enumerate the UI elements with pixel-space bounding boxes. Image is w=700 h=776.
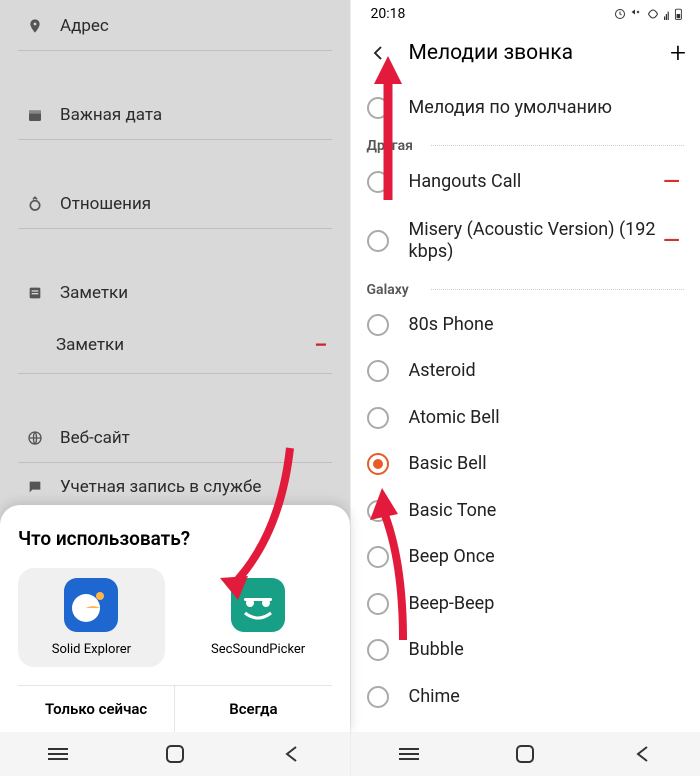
status-time: 20:18 (371, 6, 406, 22)
ringtone-label: Asteroid (409, 360, 685, 383)
ringtone-option[interactable]: Basic Tone (351, 488, 700, 535)
field-label: Отношения (60, 194, 151, 214)
ringtone-option[interactable]: Beep Once (351, 534, 700, 581)
ringtone-label: Мелодия по умолчанию (409, 97, 685, 120)
ringtone-option[interactable]: 80s Phone (351, 302, 700, 349)
ringtone-option[interactable]: Atomic Bell (351, 395, 700, 442)
back-arrow-icon[interactable] (365, 40, 391, 66)
radio-icon (367, 453, 389, 475)
nav-bar-right (351, 732, 700, 776)
radio-icon (367, 686, 389, 708)
ringtone-label: Beep-Beep (409, 593, 685, 616)
field-website[interactable]: Веб-сайт (18, 414, 332, 463)
field-date[interactable]: Важная дата (18, 91, 332, 140)
ringtone-option[interactable]: Chime (351, 674, 700, 721)
radio-icon (367, 407, 389, 429)
nav-bar-left (0, 732, 350, 776)
ringtone-label: Beep Once (409, 546, 685, 569)
recents-button[interactable] (394, 739, 424, 769)
note-icon (22, 285, 48, 301)
radio-icon (367, 97, 389, 119)
back-button[interactable] (276, 739, 306, 769)
radio-icon (367, 314, 389, 336)
right-screen: 20:18 Мелодии звонка + Мелодия по умолча… (351, 0, 700, 776)
app-option-sec-sound-picker[interactable]: SecSoundPicker (185, 568, 332, 667)
page-title: Мелодии звонка (409, 41, 671, 65)
field-label: Заметки (56, 335, 124, 355)
field-label: Учетная запись в службе (60, 477, 261, 497)
action-just-once[interactable]: Только сейчас (18, 686, 175, 732)
delete-icon[interactable]: — (659, 170, 684, 195)
ringtone-label: Basic Tone (409, 500, 685, 523)
ringtone-label: Atomic Bell (409, 407, 685, 430)
radio-icon (367, 546, 389, 568)
ringtone-label: Hangouts Call (409, 171, 660, 194)
ringtone-option[interactable]: Мелодия по умолчанию (351, 85, 700, 132)
ringtone-option[interactable]: Asteroid (351, 348, 700, 395)
field-label: Адрес (60, 16, 109, 36)
ringtone-option[interactable]: Beep-Beep (351, 581, 700, 628)
field-address[interactable]: Адрес (18, 2, 332, 51)
ringtone-label: Misery (Acoustic Version) (192 kbps) (409, 219, 660, 264)
app-chooser-sheet: Что использовать? Solid Explorer SecSoun… (0, 505, 350, 732)
ringtone-list: Мелодия по умолчаниюДругаяHangouts Call—… (351, 85, 700, 720)
ringtone-option[interactable]: Hangouts Call— (351, 158, 700, 207)
calendar-icon (22, 107, 48, 123)
app-label: Solid Explorer (22, 642, 161, 657)
field-label: Веб-сайт (60, 428, 130, 448)
ring-icon (22, 196, 48, 212)
pin-icon (22, 18, 48, 34)
add-button[interactable]: + (670, 36, 686, 69)
globe-icon (22, 430, 48, 446)
radio-icon (367, 593, 389, 615)
section-header: Другая (351, 132, 700, 158)
field-label: Важная дата (60, 105, 162, 125)
back-button[interactable] (627, 739, 657, 769)
ringtone-option[interactable]: Misery (Acoustic Version) (192 kbps)— (351, 207, 700, 276)
status-bar: 20:18 (351, 0, 700, 28)
section-header: Galaxy (351, 276, 700, 302)
sheet-title: Что использовать? (18, 527, 332, 550)
recents-button[interactable] (43, 739, 73, 769)
ringtone-label: Bubble (409, 639, 685, 662)
app-option-solid-explorer[interactable]: Solid Explorer (18, 568, 165, 667)
home-button[interactable] (510, 739, 540, 769)
sec-sound-picker-icon (231, 578, 285, 632)
action-always[interactable]: Всегда (175, 686, 331, 732)
field-relation[interactable]: Отношения (18, 180, 332, 229)
solid-explorer-icon (64, 578, 118, 632)
ringtone-option[interactable]: Basic Bell (351, 441, 700, 488)
ringtone-option[interactable]: Bubble (351, 627, 700, 674)
radio-icon (367, 171, 389, 193)
delete-icon[interactable]: — (659, 229, 684, 254)
ringtone-label: 80s Phone (409, 314, 685, 337)
header: Мелодии звонка + (351, 28, 700, 85)
ringtone-label: Basic Bell (409, 453, 685, 476)
status-icons (614, 8, 684, 20)
radio-icon (367, 360, 389, 382)
ringtone-label: Chime (409, 686, 685, 709)
left-screen: Адрес Важная дата Отношения (0, 0, 351, 776)
radio-icon (367, 500, 389, 522)
field-notes-input[interactable]: Заметки − (18, 317, 332, 374)
app-label: SecSoundPicker (189, 642, 328, 657)
home-button[interactable] (160, 739, 190, 769)
field-notes[interactable]: Заметки (18, 269, 332, 317)
radio-icon (367, 639, 389, 661)
field-label: Заметки (60, 283, 128, 303)
minus-icon[interactable]: − (314, 331, 328, 359)
chat-icon (22, 479, 48, 495)
radio-icon (367, 230, 389, 252)
